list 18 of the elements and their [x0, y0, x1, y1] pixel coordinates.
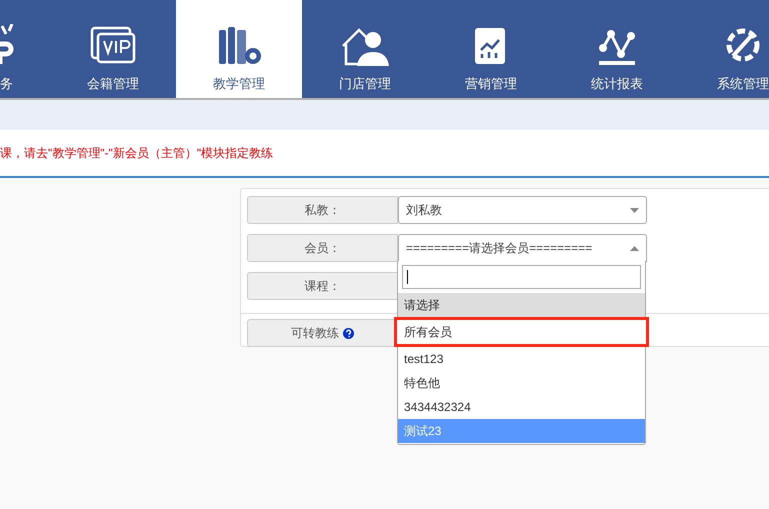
field-label: 会员： — [247, 234, 398, 262]
caret-up-icon — [630, 246, 639, 250]
dropdown-option[interactable]: 请选择 — [398, 293, 645, 317]
nav-tab[interactable]: 系统管理 — [680, 0, 769, 98]
nav-tab[interactable]: 务 — [0, 0, 50, 98]
nav-tab[interactable]: 教学管理 — [176, 0, 302, 98]
field-label: 私教： — [247, 196, 398, 224]
select-field[interactable]: =========请选择会员========= — [398, 234, 647, 262]
nav-tab[interactable]: 会籍管理 — [50, 0, 176, 98]
field-label: 课程： — [247, 272, 398, 300]
nav-tab[interactable]: 统计报表 — [554, 0, 680, 98]
select-field[interactable]: 刘私教 — [398, 196, 647, 224]
vip-icon — [0, 24, 16, 66]
nav-tab[interactable]: 门店管理 — [302, 0, 428, 98]
nav-tab[interactable]: 营销管理 — [428, 0, 554, 98]
search-field[interactable] — [402, 265, 641, 289]
warning-text: 课，请去"教学管理"-"新会员（主管）"模块指定教练 — [0, 145, 274, 162]
caret-down-icon — [630, 208, 639, 212]
